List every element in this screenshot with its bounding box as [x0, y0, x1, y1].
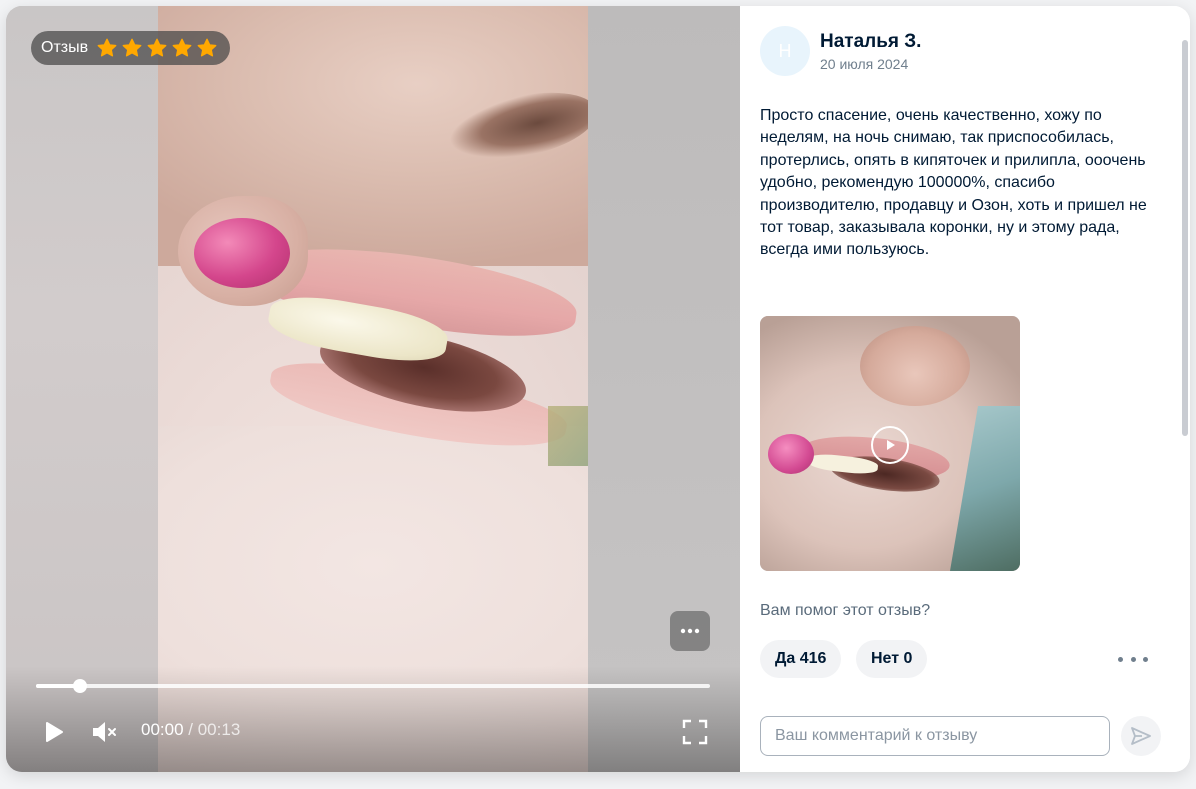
video-more-button[interactable]	[670, 611, 710, 651]
video-time: 00:00 / 00:13	[141, 720, 240, 740]
vote-yes-button[interactable]: Да 416	[760, 640, 842, 678]
video-player[interactable]: Отзыв 00:00 / 00:13	[6, 6, 740, 772]
star-icon	[147, 38, 167, 57]
video-progress-bar[interactable]	[36, 679, 710, 693]
muted-speaker-icon	[93, 722, 116, 742]
more-dots-icon	[680, 628, 700, 634]
total-time: / 00:13	[188, 720, 241, 739]
video-frame	[158, 6, 588, 772]
helpful-question: Вам помог этот отзыв?	[760, 602, 931, 619]
review-modal: Отзыв 00:00 / 00:13 Н Наталья З. 20 июля…	[6, 6, 1190, 772]
avatar: Н	[760, 26, 810, 76]
send-comment-button[interactable]	[1121, 716, 1161, 756]
fullscreen-button[interactable]	[682, 719, 708, 745]
video-blur-right	[588, 6, 740, 772]
fullscreen-icon	[682, 719, 708, 745]
mute-button[interactable]	[90, 719, 118, 745]
thumbnail-play-icon	[871, 426, 909, 464]
review-rating-badge: Отзыв	[31, 31, 231, 65]
progress-thumb[interactable]	[72, 679, 87, 693]
vote-no-button[interactable]: Нет 0	[856, 640, 928, 678]
comment-input[interactable]	[760, 716, 1110, 756]
send-icon	[1131, 727, 1151, 745]
review-text: Просто спасение, очень качественно, хожу…	[760, 107, 1147, 259]
panel-scrollbar[interactable]	[1182, 40, 1188, 436]
play-icon	[46, 722, 63, 742]
review-panel: Н Наталья З. 20 июля 2024 Просто спасени…	[740, 6, 1190, 772]
more-dots-icon	[1118, 656, 1123, 662]
badge-label: Отзыв	[41, 39, 89, 56]
avatar-initial: Н	[778, 40, 792, 61]
star-icon	[97, 38, 117, 57]
review-author: Наталья З.	[820, 31, 922, 52]
star-icon	[197, 38, 217, 57]
star-icon	[172, 38, 192, 57]
review-date: 20 июля 2024	[820, 56, 909, 72]
review-more-button[interactable]	[1118, 646, 1148, 672]
rating-stars	[96, 37, 218, 59]
play-button[interactable]	[40, 719, 66, 745]
current-time: 00:00	[141, 720, 184, 739]
star-icon	[122, 38, 142, 57]
review-video-thumbnail[interactable]	[760, 316, 1020, 571]
video-blur-left	[6, 6, 158, 772]
